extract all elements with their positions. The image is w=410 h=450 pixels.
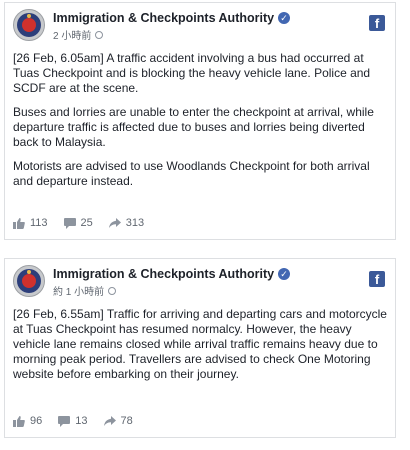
post-header: Immigration & Checkpoints Authority ✓ 2 … <box>5 3 395 43</box>
comment-count[interactable]: 25 <box>63 217 93 229</box>
comment-count-text: 13 <box>75 415 88 427</box>
avatar-emblem <box>22 274 36 288</box>
share-arrow-icon <box>108 217 121 228</box>
avatar-star <box>27 14 31 18</box>
post-card: Immigration & Checkpoints Authority ✓ 2 … <box>4 2 396 240</box>
verified-badge-icon: ✓ <box>278 12 291 24</box>
post-timestamp[interactable]: 2 小時前 <box>53 27 104 42</box>
thumbs-up-icon <box>13 217 25 229</box>
share-arrow-icon <box>103 415 116 426</box>
timestamp-text: 約 1 小時前 <box>53 287 105 298</box>
globe-icon <box>108 286 117 295</box>
share-count-text: 78 <box>120 415 133 427</box>
share-count[interactable]: 78 <box>103 415 133 427</box>
post-paragraph: [26 Feb, 6.05am] A traffic accident invo… <box>13 51 371 95</box>
share-count[interactable]: 313 <box>108 217 145 229</box>
timestamp-text: 2 小時前 <box>53 31 92 42</box>
avatar-emblem <box>22 18 36 32</box>
post-card: Immigration & Checkpoints Authority ✓ 約 … <box>4 258 396 438</box>
post-text: [26 Feb, 6.05am] A traffic accident invo… <box>5 43 395 189</box>
post-stats: 113 25 313 <box>13 217 160 229</box>
thumbs-up-icon <box>13 415 25 427</box>
name-row: Immigration & Checkpoints Authority ✓ <box>53 11 291 25</box>
like-count-text: 96 <box>30 415 43 427</box>
comment-count[interactable]: 13 <box>58 415 88 427</box>
verified-badge-icon: ✓ <box>278 268 291 280</box>
avatar-star <box>27 270 31 274</box>
facebook-logo-icon: f <box>369 15 385 31</box>
post-paragraph: [26 Feb, 6.55am] Traffic for arriving an… <box>13 307 387 381</box>
like-count[interactable]: 113 <box>13 217 48 229</box>
post-timestamp[interactable]: 約 1 小時前 <box>53 283 117 298</box>
comment-bubble-icon <box>63 217 76 229</box>
globe-icon <box>95 30 104 39</box>
comment-bubble-icon <box>58 415 71 427</box>
post-stats: 96 13 78 <box>13 415 149 427</box>
post-paragraph: Motorists are advised to use Woodlands C… <box>13 159 370 188</box>
like-count-text: 113 <box>30 217 48 229</box>
name-row: Immigration & Checkpoints Authority ✓ <box>53 267 291 281</box>
share-count-text: 313 <box>125 217 145 229</box>
post-header: Immigration & Checkpoints Authority ✓ 約 … <box>5 259 395 299</box>
page-avatar[interactable] <box>13 9 45 41</box>
comment-count-text: 25 <box>80 217 93 229</box>
page-name-link[interactable]: Immigration & Checkpoints Authority <box>53 11 274 25</box>
like-count[interactable]: 96 <box>13 415 42 427</box>
post-paragraph: Buses and lorries are unable to enter th… <box>13 105 374 149</box>
page-name-link[interactable]: Immigration & Checkpoints Authority <box>53 267 274 281</box>
post-text: [26 Feb, 6.55am] Traffic for arriving an… <box>5 299 395 382</box>
page-avatar[interactable] <box>13 265 45 297</box>
facebook-logo-icon: f <box>369 271 385 287</box>
